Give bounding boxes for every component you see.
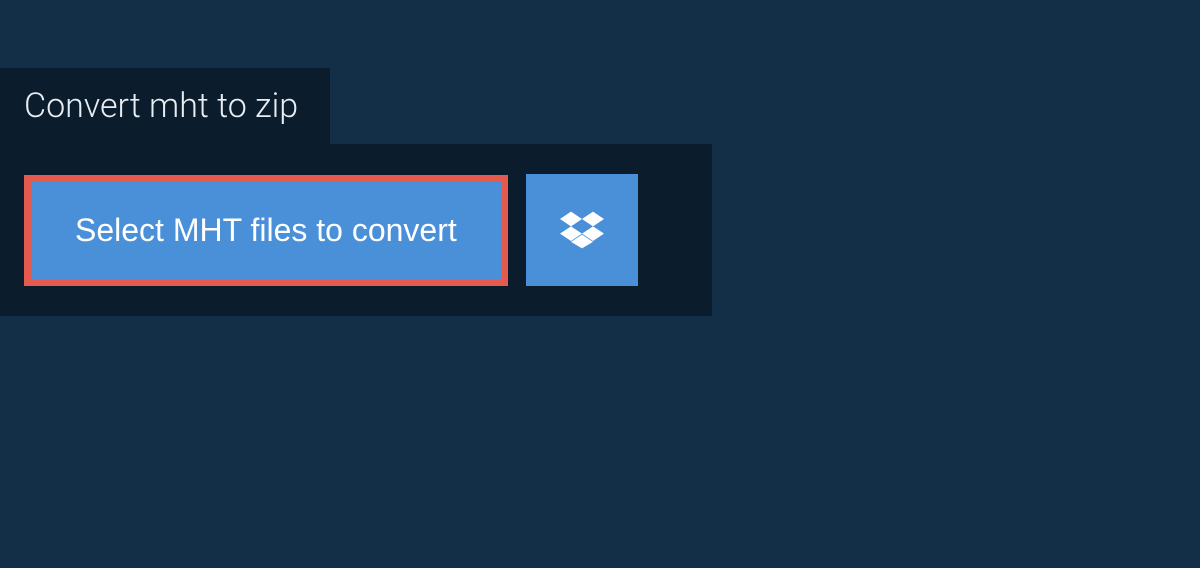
select-files-button[interactable]: Select MHT files to convert (31, 182, 501, 279)
tab-bar: Convert mht to zip (0, 68, 1200, 144)
tab-convert-mht-to-zip[interactable]: Convert mht to zip (0, 68, 330, 144)
select-files-label: Select MHT files to convert (75, 212, 457, 248)
dropbox-button[interactable] (526, 174, 638, 286)
upload-panel: Select MHT files to convert (0, 144, 712, 316)
dropbox-icon (560, 208, 604, 252)
tab-title: Convert mht to zip (24, 86, 298, 126)
select-button-highlight: Select MHT files to convert (24, 175, 508, 286)
